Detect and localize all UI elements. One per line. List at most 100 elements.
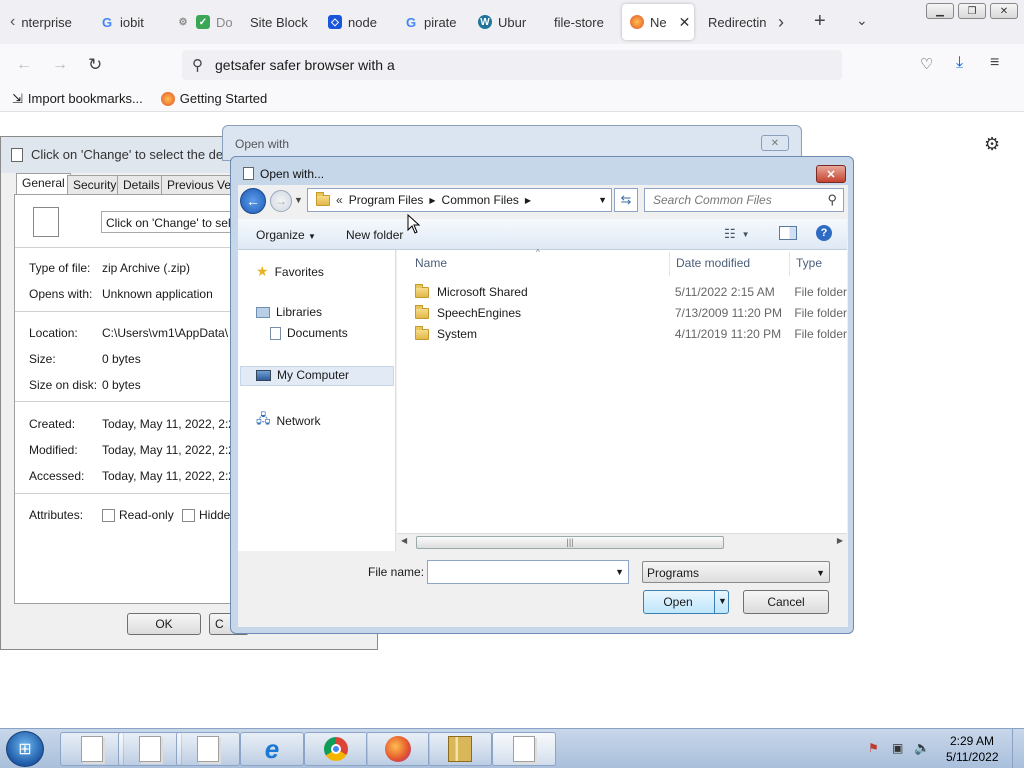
sort-arrow-icon: ^ (536, 248, 540, 257)
taskbar-item-document-1[interactable] (60, 732, 124, 766)
bookmark-import[interactable]: ⇲ Import bookmarks... (12, 91, 143, 107)
back-button[interactable]: ← (240, 188, 266, 214)
help-icon[interactable]: ? (816, 225, 832, 241)
nav-my-computer[interactable]: My Computer (256, 368, 349, 382)
tab-4[interactable]: Site Block (242, 4, 312, 40)
tab-3[interactable]: ⚙ ✓ Do (168, 4, 232, 40)
action-center-icon[interactable]: ⚑ (868, 741, 879, 755)
close-window-button[interactable]: ✕ (990, 3, 1018, 19)
computer-icon (256, 369, 271, 381)
tab-previous-versions[interactable]: Previous Ve (161, 175, 238, 195)
checkbox-box[interactable] (102, 509, 115, 523)
tab-5[interactable]: ◇ node (320, 4, 384, 40)
tab-8[interactable]: file-store (546, 4, 614, 40)
tab-2[interactable]: G iobit (92, 4, 156, 40)
tab-details[interactable]: Details (117, 175, 166, 195)
minimize-button[interactable]: ▁ (926, 3, 954, 19)
ok-button[interactable]: OK (127, 613, 201, 635)
tab-general[interactable]: General (16, 173, 71, 195)
document-icon (513, 736, 535, 762)
clock-time[interactable]: 2:29 AM (950, 734, 994, 748)
download-icon[interactable]: ⤓ (956, 54, 963, 72)
taskbar-item-file-active[interactable] (492, 732, 556, 766)
taskbar-item-document-2[interactable] (118, 732, 182, 766)
address-bar[interactable]: « Program Files ▶ Common Files ▶ ▼ (307, 188, 612, 212)
internet-explorer-icon: e (264, 733, 280, 764)
new-tab-icon[interactable]: + (814, 10, 826, 33)
horizontal-scrollbar[interactable]: ◀ ||| ▶ (397, 533, 847, 551)
folder-icon (316, 191, 330, 206)
chevron-right-icon[interactable]: › (778, 12, 784, 33)
tab-6[interactable]: G pirate (396, 4, 460, 40)
tab-10[interactable]: Redirectin (700, 4, 768, 40)
organize-button[interactable]: Organize ▼ (256, 228, 316, 242)
reload-icon[interactable]: ↻ (88, 55, 102, 75)
settings-gear-icon[interactable]: ⚙ (984, 134, 1000, 155)
file-row-microsoft-shared[interactable]: Microsoft Shared 5/11/2022 2:15 AM File … (415, 282, 847, 302)
open-with-back-title: Open with (235, 137, 290, 151)
url-bar[interactable]: ⚲ getsafer safer browser with a (182, 50, 842, 80)
refresh-icon[interactable]: ⇆ (614, 188, 638, 212)
taskbar-item-document-3[interactable] (176, 732, 240, 766)
tab-1[interactable]: ‹ nterprise (2, 4, 82, 40)
column-date-modified[interactable]: Date modified (676, 256, 750, 270)
scroll-left-icon[interactable]: ◀ (401, 536, 407, 545)
search-input[interactable]: Search Common Files ⚲ (644, 188, 844, 212)
close-icon[interactable]: ✕ (761, 135, 789, 151)
clock-date[interactable]: 5/11/2022 (946, 750, 999, 764)
breadcrumb-separator-icon[interactable]: ▶ (525, 196, 531, 205)
preview-pane-icon[interactable] (779, 226, 797, 240)
history-dropdown-icon[interactable]: ▼ (294, 195, 303, 205)
nav-libraries[interactable]: Libraries (256, 305, 322, 319)
filename-input[interactable]: ▼ (427, 560, 629, 584)
new-folder-button[interactable]: New folder (346, 228, 403, 242)
file-row-system[interactable]: System 4/11/2019 11:20 PM File folder (415, 324, 847, 344)
tab-9-active[interactable]: Ne ✕ (622, 4, 694, 40)
dialog-document-icon (243, 167, 254, 180)
network-tray-icon[interactable]: ▣ (892, 741, 903, 755)
taskbar-item-chrome[interactable] (304, 732, 368, 766)
menu-icon[interactable]: ≡ (990, 54, 999, 72)
volume-icon[interactable]: 🔈 (914, 740, 930, 756)
file-type-select[interactable]: Programs ▼ (642, 561, 830, 583)
start-button[interactable]: ⊞ (6, 731, 44, 767)
hidden-checkbox[interactable]: Hidde (182, 508, 230, 523)
taskbar-item-archive[interactable] (428, 732, 492, 766)
pocket-icon[interactable]: ♡ (920, 55, 933, 73)
bookmark-getting-started[interactable]: Getting Started (160, 91, 267, 106)
breadcrumb-common-files[interactable]: Common Files (442, 193, 519, 207)
breadcrumb-program-files[interactable]: Program Files (349, 193, 424, 207)
open-dropdown-icon[interactable]: ▼ (718, 596, 727, 606)
open-button[interactable]: Open ▼ (643, 590, 729, 614)
close-tab-icon[interactable]: ✕ (679, 14, 691, 31)
dialog-close-button[interactable]: ✕ (816, 165, 846, 183)
forward-button[interactable]: → (270, 190, 292, 212)
filename-dropdown-icon[interactable]: ▼ (615, 567, 624, 577)
taskbar-item-ie[interactable]: e (240, 732, 304, 766)
tab-7[interactable]: W Ubur (470, 4, 540, 40)
cancel-button[interactable]: Cancel (743, 590, 829, 614)
scroll-right-icon[interactable]: ▶ (837, 536, 843, 545)
nav-documents[interactable]: Documents (270, 326, 348, 340)
address-dropdown-icon[interactable]: ▼ (598, 195, 607, 205)
view-options-icon[interactable]: ☷ ▼ (724, 226, 750, 242)
chrome-icon (324, 737, 348, 761)
column-type[interactable]: Type (796, 256, 822, 270)
forward-arrow-icon[interactable]: → (52, 56, 68, 74)
back-arrow-icon[interactable]: ← (16, 56, 32, 74)
maximize-button[interactable]: ❐ (958, 3, 986, 19)
scroll-thumb[interactable]: ||| (416, 536, 724, 549)
nav-favorites[interactable]: ★ Favorites (256, 263, 324, 280)
filter-dropdown-icon[interactable]: ▼ (816, 568, 825, 578)
chevron-down-icon[interactable]: ⌄ (856, 12, 868, 29)
tab-security[interactable]: Security (67, 175, 123, 195)
show-desktop-button[interactable] (1012, 729, 1024, 768)
column-name[interactable]: Name (415, 256, 447, 270)
chevron-left-icon[interactable]: ‹ (10, 13, 15, 31)
nav-network[interactable]: 🖧 Network (256, 410, 321, 432)
checkbox-box[interactable] (182, 509, 195, 523)
file-row-speech-engines[interactable]: SpeechEngines 7/13/2009 11:20 PM File fo… (415, 303, 847, 323)
taskbar-item-firefox[interactable] (366, 732, 430, 766)
readonly-checkbox[interactable]: Read-only (102, 508, 174, 523)
breadcrumb-separator-icon[interactable]: ▶ (429, 196, 435, 205)
